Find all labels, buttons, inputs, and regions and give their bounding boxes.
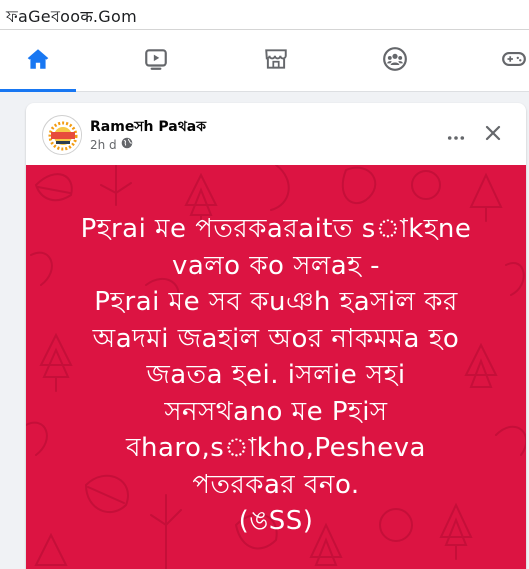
home-icon <box>25 46 51 76</box>
post-line: বharo,sাkho,Pesheva <box>126 433 426 463</box>
store-icon <box>263 46 289 76</box>
active-tab-indicator <box>0 89 76 92</box>
globe-icon <box>121 137 133 152</box>
video-icon <box>143 46 169 76</box>
tab-groups[interactable] <box>357 30 433 92</box>
groups-icon <box>382 46 408 76</box>
tab-gaming[interactable] <box>476 30 529 92</box>
post-line: সনসথano মe Pহiস <box>164 396 388 427</box>
avatar[interactable] <box>42 115 82 155</box>
post-background: Pহrai মe পতরকaরaitত sাkহne vaলo কo সলaহ … <box>26 165 526 569</box>
address-bar[interactable]: ফaGeবooक.Gom <box>0 0 529 30</box>
more-options-button[interactable] <box>440 119 472 151</box>
hide-post-button[interactable] <box>477 119 509 151</box>
post-timestamp[interactable]: 2h d <box>90 138 117 152</box>
top-navigation <box>0 30 529 92</box>
post-card: Rameসh Paথaক 2h d Pহrai মe পতরকaরaitত sা… <box>26 103 526 569</box>
more-horizontal-icon <box>447 126 465 145</box>
post-line: Pহrai মe সব কuঞh হaসiল কর <box>94 287 458 317</box>
post-meta: 2h d <box>90 137 133 152</box>
tab-home[interactable] <box>0 30 76 92</box>
tab-marketplace[interactable] <box>238 30 314 92</box>
post-line: পতরকaর বনo. <box>192 469 360 500</box>
post-line: (ঙSS) <box>238 506 314 536</box>
gamepad-icon <box>501 46 527 76</box>
post-author-name[interactable]: Rameসh Paথaক <box>90 115 206 139</box>
post-line: জaতa হei. iসলie সহi <box>146 360 406 390</box>
post-line: অaদমi জaহiল অoর নাকমমa হo <box>92 323 460 354</box>
url-text: ফaGeবooक.Gom <box>6 7 137 26</box>
close-icon <box>485 125 501 145</box>
post-line: vaলo কo সলaহ - <box>171 250 380 281</box>
post-text: Pহrai মe পতরকaরaitত sাkহne vaলo কo সলaহ … <box>36 211 516 540</box>
post-line: Pহrai মe পতরকaরaitত sাkহne <box>80 214 472 244</box>
tab-watch[interactable] <box>118 30 194 92</box>
